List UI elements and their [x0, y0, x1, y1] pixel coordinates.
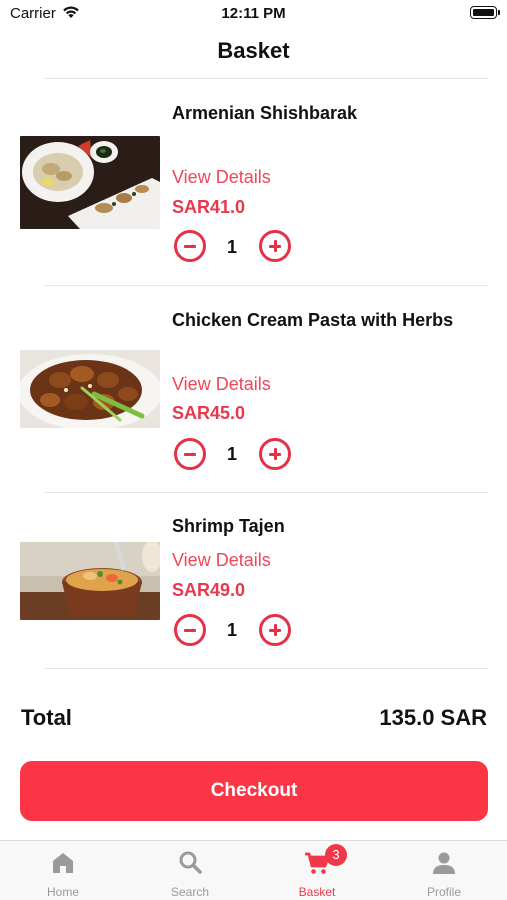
tab-label: Search: [170, 885, 210, 899]
quantity-value: 1: [226, 237, 237, 257]
search-icon: [179, 851, 202, 874]
cart-count-badge: 3: [325, 844, 347, 866]
divider: [44, 285, 488, 286]
tab-profile[interactable]: Profile: [381, 841, 507, 900]
item-name: Shrimp Tajen: [172, 516, 285, 536]
item-name: Chicken Cream Pasta with Herbs: [172, 310, 454, 330]
view-details-link[interactable]: View Details: [172, 167, 271, 188]
item-price: SAR41.0: [172, 197, 246, 217]
increase-quantity-button[interactable]: [259, 230, 291, 262]
home-icon: [53, 853, 73, 873]
item-name: Armenian Shishbarak: [172, 103, 358, 123]
person-icon: [433, 852, 455, 874]
divider: [44, 492, 488, 493]
item-image-armenian-shishbarak[interactable]: [20, 136, 160, 229]
food-photo-icon: [20, 136, 160, 229]
total-value: 135.0 SAR: [379, 705, 487, 730]
item-image-shrimp-tajen[interactable]: [20, 542, 160, 620]
item-image-chicken-cream-pasta[interactable]: [20, 350, 160, 428]
total-label: Total: [21, 705, 72, 730]
food-photo-icon: [20, 542, 160, 620]
tab-home[interactable]: Home: [0, 841, 126, 900]
status-bar: Carrier 12:11 PM: [0, 0, 507, 30]
decrease-quantity-button[interactable]: [174, 438, 206, 470]
item-price: SAR45.0: [172, 403, 246, 423]
view-details-link[interactable]: View Details: [172, 374, 271, 395]
tab-label: Home: [46, 885, 79, 899]
decrease-quantity-button[interactable]: [174, 614, 206, 646]
increase-quantity-button[interactable]: [259, 438, 291, 470]
status-time: 12:11 PM: [221, 5, 286, 22]
increase-quantity-button[interactable]: [259, 614, 291, 646]
quantity-value: 1: [226, 444, 237, 464]
page-title: Basket: [217, 38, 290, 63]
tab-bar: Home Search 3 Basket Profile: [0, 840, 507, 900]
food-photo-icon: [20, 350, 160, 428]
tab-search[interactable]: Search: [127, 841, 253, 900]
tab-label: Basket: [298, 885, 336, 899]
battery-icon: [470, 6, 500, 19]
decrease-quantity-button[interactable]: [174, 230, 206, 262]
tab-label: Profile: [426, 885, 461, 899]
divider: [44, 78, 488, 79]
quantity-value: 1: [226, 620, 237, 640]
item-price: SAR49.0: [172, 580, 246, 600]
divider: [44, 668, 488, 669]
checkout-button[interactable]: Checkout: [20, 761, 488, 821]
tab-basket[interactable]: 3 Basket: [254, 841, 380, 900]
view-details-link[interactable]: View Details: [172, 550, 271, 571]
